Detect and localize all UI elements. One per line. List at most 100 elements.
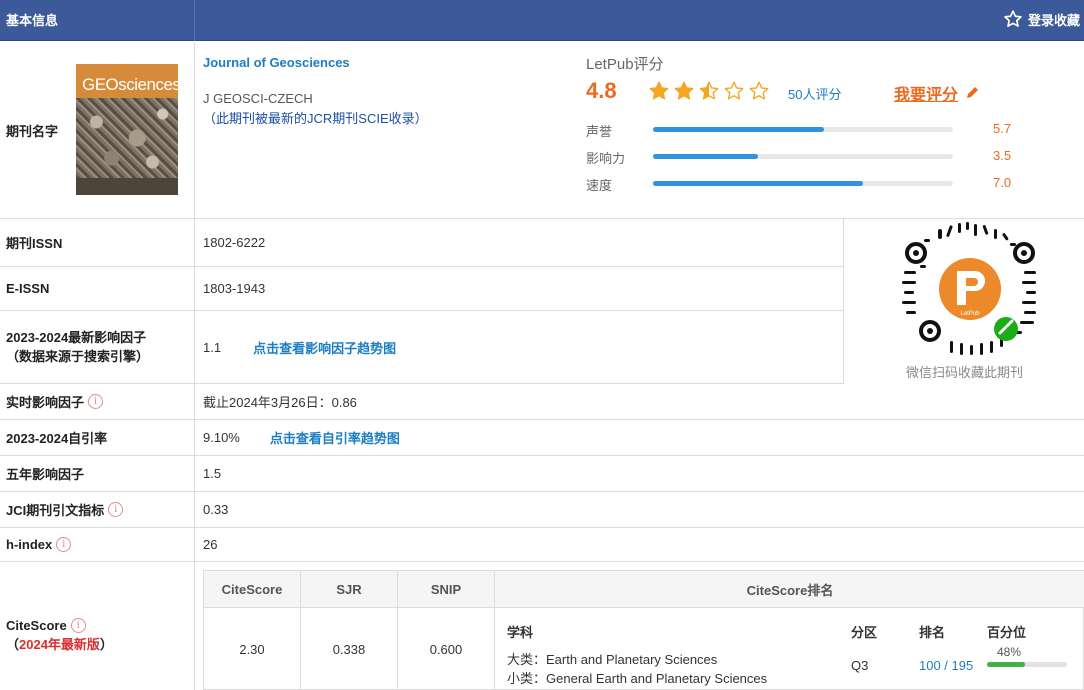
citescore-rank-header: CiteScore排名 bbox=[495, 571, 1084, 608]
qr-caption: 微信扫码收藏此期刊 bbox=[906, 365, 1024, 380]
jci-value: 0.33 bbox=[203, 502, 229, 517]
citescore-version-prefix: （ bbox=[6, 637, 20, 652]
favorite-label: 登录收藏 bbox=[1028, 12, 1081, 28]
sjr-value: 0.338 bbox=[301, 608, 398, 690]
impact-factor-label: 2023-2024最新影响因子 （数据来源于搜索引擎） bbox=[0, 311, 195, 383]
snip-value: 0.600 bbox=[398, 608, 495, 690]
influence-score-bar: 影响力 3.5 bbox=[586, 148, 1026, 166]
impact-factor-value: 1.1 bbox=[203, 339, 222, 355]
minor-subject-label: 小类： bbox=[507, 671, 547, 686]
issn-value: 1802-6222 bbox=[203, 235, 266, 250]
bar-value: 3.5 bbox=[993, 148, 1012, 163]
bar-label: 速度 bbox=[586, 178, 613, 193]
rate-journal-label: 我要评分 bbox=[894, 87, 959, 104]
minor-subject-value: General Earth and Planetary Sciences bbox=[546, 671, 768, 686]
percentile-header: 百分位 bbox=[987, 625, 1027, 640]
bar-label: 影响力 bbox=[586, 151, 626, 166]
percentile-bar bbox=[987, 662, 1067, 667]
h-index-label-cell: h-index i bbox=[0, 528, 195, 561]
five-year-if-label: 五年影响因子 bbox=[0, 456, 195, 491]
major-subject: 大类：Earth and Planetary Sciences bbox=[507, 649, 717, 668]
percentile-bar-fill bbox=[987, 662, 1026, 667]
issn-label: 期刊ISSN bbox=[0, 219, 195, 266]
bar-label: 声誉 bbox=[586, 124, 613, 139]
journal-name-link[interactable]: Journal of Geosciences bbox=[203, 55, 350, 70]
self-citation-value: 9.10% bbox=[203, 430, 240, 445]
rank-value: 100 / 195 bbox=[919, 658, 974, 673]
bar-value: 5.7 bbox=[993, 121, 1012, 136]
jci-label-cell: JCI期刊引文指标 i bbox=[0, 492, 195, 527]
star-filled-icon bbox=[648, 80, 673, 105]
quartile-header: 分区 bbox=[851, 625, 878, 640]
impact-factor-trend-link[interactable]: 点击查看影响因子趋势图 bbox=[253, 338, 396, 357]
reputation-score-bar: 声誉 5.7 bbox=[586, 121, 1026, 139]
self-citation-value-cell: 9.10% 点击查看自引率趋势图 bbox=[203, 420, 400, 455]
star-empty-icon bbox=[723, 80, 748, 105]
issn-row: 期刊ISSN 1802-6222 bbox=[0, 219, 843, 267]
major-subject-label: 大类： bbox=[507, 652, 547, 667]
letpub-score: 4.8 bbox=[586, 78, 617, 103]
citescore-version: （2024年最新版） bbox=[6, 635, 113, 654]
realtime-if-value: 截止2024年3月26日：0.86 bbox=[203, 395, 357, 410]
self-citation-row: 2023-2024自引率 9.10% 点击查看自引率趋势图 bbox=[0, 420, 1084, 456]
impact-factor-label-line1: 2023-2024最新影响因子 bbox=[6, 330, 147, 345]
star-outline-icon bbox=[1004, 10, 1022, 27]
wechat-qr-code: LetPub bbox=[902, 222, 1036, 355]
info-icon[interactable]: i bbox=[56, 537, 72, 552]
sjr-header: SJR bbox=[301, 571, 398, 608]
star-filled-icon bbox=[673, 80, 698, 105]
citescore-version-highlight: 2024年最新版 bbox=[19, 637, 100, 652]
realtime-if-label: 实时影响因子 bbox=[6, 395, 85, 410]
eissn-label: E-ISSN bbox=[0, 267, 195, 310]
impact-factor-label-line2: （数据来源于搜索引擎） bbox=[6, 349, 150, 364]
realtime-if-row: 实时影响因子 i 截止2024年3月26日：0.86 bbox=[0, 384, 1084, 420]
self-citation-label: 2023-2024自引率 bbox=[0, 420, 195, 455]
rate-journal-button[interactable]: 我要评分 bbox=[894, 81, 980, 105]
percentile-value: 48% bbox=[997, 645, 1022, 659]
bar-fill bbox=[653, 181, 863, 186]
pencil-icon bbox=[967, 87, 979, 98]
jci-label: JCI期刊引文指标 bbox=[6, 503, 105, 518]
eissn-value: 1803-1943 bbox=[203, 281, 266, 296]
rating-count-link[interactable]: 50人评分 bbox=[788, 84, 841, 103]
h-index-label: h-index bbox=[6, 537, 53, 552]
star-half-icon bbox=[698, 80, 723, 105]
snip-header: SNIP bbox=[398, 571, 495, 608]
rating-stars bbox=[648, 80, 773, 105]
citescore-header: CiteScore bbox=[204, 571, 301, 608]
citescore-version-suffix: ） bbox=[99, 637, 113, 652]
cover-title: GEOsciences bbox=[82, 75, 178, 94]
citescore-value: 2.30 bbox=[204, 608, 301, 690]
journal-index-note: （此期刊被最新的JCR期刊SCIE收录） bbox=[203, 111, 428, 126]
citescore-table: CiteScore SJR SNIP CiteScore排名 2.30 0.33… bbox=[203, 570, 1084, 690]
section-title: 基本信息 bbox=[0, 0, 195, 41]
speed-score-bar: 速度 7.0 bbox=[586, 175, 1026, 193]
wechat-qr-panel: LetPub 微信扫码收藏此期刊 bbox=[843, 219, 1084, 384]
info-icon[interactable]: i bbox=[70, 618, 86, 633]
five-year-if-row: 五年影响因子 1.5 bbox=[0, 456, 1084, 492]
bar-fill bbox=[653, 127, 824, 132]
journal-cover-image: GEOsciences bbox=[76, 64, 178, 195]
citescore-label: CiteScore bbox=[6, 618, 67, 633]
info-icon[interactable]: i bbox=[108, 502, 124, 517]
section-header: 基本信息 登录收藏 bbox=[0, 0, 1084, 41]
rank-header: 排名 bbox=[919, 625, 946, 640]
letpub-rating-title: LetPub评分 bbox=[586, 56, 664, 73]
subject-header: 学科 bbox=[507, 625, 534, 640]
realtime-if-label-cell: 实时影响因子 i bbox=[0, 384, 195, 419]
qr-logo-text: LetPub bbox=[960, 311, 980, 317]
five-year-if-value: 1.5 bbox=[203, 466, 222, 481]
jci-row: JCI期刊引文指标 i 0.33 bbox=[0, 492, 1084, 528]
h-index-value: 26 bbox=[203, 537, 218, 552]
citescore-label-cell: CiteScore i （2024年最新版） bbox=[0, 562, 195, 690]
eissn-row: E-ISSN 1803-1943 bbox=[0, 267, 843, 311]
favorite-button[interactable]: 登录收藏 bbox=[1003, 9, 1080, 29]
journal-abbreviation: J GEOSCI-CZECH bbox=[203, 91, 313, 106]
major-subject-value: Earth and Planetary Sciences bbox=[546, 652, 718, 667]
citescore-rank-panel: 学科 分区 排名 百分位 大类：Earth and Planetary Scie… bbox=[495, 608, 1084, 690]
h-index-row: h-index i 26 bbox=[0, 528, 1084, 562]
info-icon[interactable]: i bbox=[88, 394, 104, 409]
minor-subject: 小类：General Earth and Planetary Sciences bbox=[507, 668, 767, 687]
impact-factor-value-cell: 1.1 点击查看影响因子趋势图 bbox=[203, 311, 396, 383]
self-citation-trend-link[interactable]: 点击查看自引率趋势图 bbox=[270, 428, 400, 447]
